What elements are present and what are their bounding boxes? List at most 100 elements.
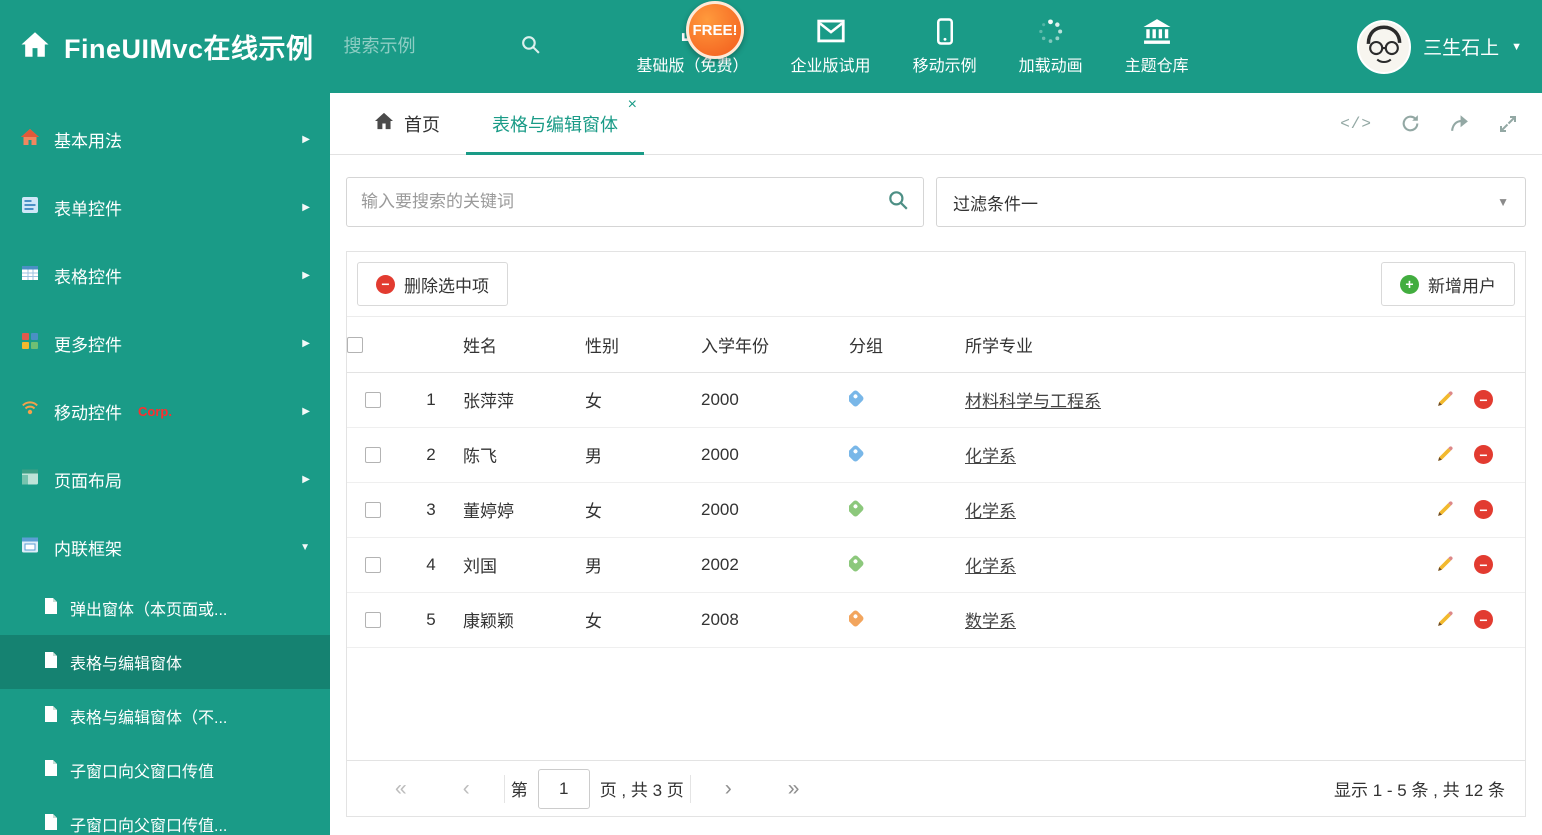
row-checkbox[interactable] xyxy=(365,392,381,409)
sidebar-subitem-grid-edit-window-2[interactable]: 表格与编辑窗体（不... xyxy=(0,689,330,743)
grid-empty-space xyxy=(347,648,1525,761)
filter-dropdown-value: 过滤条件一 xyxy=(953,194,1038,214)
nav-item-enterprise-trial[interactable]: 企业版试用 xyxy=(791,17,871,76)
major-link[interactable]: 材料科学与工程系 xyxy=(965,392,1101,411)
sidebar-subitem-child-to-parent-2[interactable]: 子窗口向父窗口传值... xyxy=(0,797,330,835)
sidebar-item-mobile-controls[interactable]: 移动控件 Corp. ▶ xyxy=(0,377,330,445)
share-forward-icon[interactable] xyxy=(1449,113,1470,134)
sidebar-item-form-controls[interactable]: 表单控件 ▶ xyxy=(0,173,330,241)
sidebar-subitem-grid-edit-window[interactable]: 表格与编辑窗体 xyxy=(0,635,330,689)
brand[interactable]: FineUIMvc在线示例 xyxy=(20,27,314,66)
filter-dropdown[interactable]: 过滤条件一 ▼ xyxy=(936,177,1526,227)
main-content: 首页 表格与编辑窗体 × </> 输入要搜索的关键词 过滤条件一 ▼ − 删除选… xyxy=(330,93,1542,835)
home-icon xyxy=(20,31,50,63)
nav-label: 移动示例 xyxy=(912,58,977,75)
chevron-down-icon: ▼ xyxy=(1497,195,1509,209)
top-header: FineUIMvc在线示例 FREE! 基础版（免费） 企业版试用 移动示例 xyxy=(0,0,1542,93)
delete-row-icon[interactable]: − xyxy=(1474,610,1493,629)
pagination-bar: « ‹ 第 页 , 共 3 页 › » 显示 1 - 5 条 , 共 12 条 xyxy=(347,760,1525,816)
nav-label: 主题仓库 xyxy=(1124,58,1189,75)
bank-icon xyxy=(1142,17,1172,45)
row-checkbox[interactable] xyxy=(365,612,381,629)
filter-row: 过滤条件一 ▼ xyxy=(330,155,1542,227)
row-checkbox[interactable] xyxy=(365,447,381,464)
cell-name: 康颖颖 xyxy=(463,592,585,648)
user-name: 三生石上 xyxy=(1423,38,1500,59)
record-summary: 显示 1 - 5 条 , 共 12 条 xyxy=(1334,781,1505,800)
sidebar-item-label: 表格控件 xyxy=(54,267,122,287)
sidebar-subitem-child-to-parent[interactable]: 子窗口向父窗口传值 xyxy=(0,743,330,797)
sidebar: 基本用法 ▶ 表单控件 ▶ 表格控件 ▶ 更多控件 ▶ 移动控件 Corp. ▶… xyxy=(0,93,330,835)
edit-pencil-icon[interactable] xyxy=(1435,610,1454,629)
nav-item-loading-animation[interactable]: 加载动画 xyxy=(1019,17,1083,76)
major-link[interactable]: 化学系 xyxy=(965,447,1016,466)
sidebar-subitem-label: 子窗口向父窗口传值... xyxy=(70,818,228,835)
user-menu[interactable]: 三生石上 ▼ xyxy=(1357,19,1522,74)
grid-panel: − 删除选中项 + 新增用户 姓名 性别 入学年份 分组 所学专业 1 张萍萍 … xyxy=(346,251,1526,817)
pager-divider xyxy=(689,774,691,803)
major-link[interactable]: 数学系 xyxy=(965,612,1016,631)
major-link[interactable]: 化学系 xyxy=(965,557,1016,576)
delete-row-icon[interactable]: − xyxy=(1474,445,1493,464)
next-page-icon[interactable]: › xyxy=(697,778,760,799)
sidebar-item-basic-usage[interactable]: 基本用法 ▶ xyxy=(0,105,330,173)
row-number: 2 xyxy=(399,427,463,483)
sidebar-subitem-popup-window[interactable]: 弹出窗体（本页面或... xyxy=(0,581,330,635)
tag-icon xyxy=(849,608,865,628)
sidebar-item-grid-controls[interactable]: 表格控件 ▶ xyxy=(0,241,330,309)
cell-name: 陈飞 xyxy=(463,427,585,483)
plus-circle-icon: + xyxy=(1400,274,1419,294)
sidebar-item-more-controls[interactable]: 更多控件 ▶ xyxy=(0,309,330,377)
sidebar-item-iframe[interactable]: 内联框架 ▼ xyxy=(0,513,330,581)
layout-icon xyxy=(20,467,40,492)
column-header-gender: 性别 xyxy=(585,317,701,373)
close-icon[interactable]: × xyxy=(628,97,637,113)
nav-label: 企业版试用 xyxy=(790,58,871,75)
delete-row-icon[interactable]: − xyxy=(1474,390,1493,409)
file-icon xyxy=(44,759,58,782)
sidebar-item-page-layout[interactable]: 页面布局 ▶ xyxy=(0,445,330,513)
cell-year: 2000 xyxy=(701,427,849,483)
keyword-search-input[interactable] xyxy=(361,192,887,212)
edit-pencil-icon[interactable] xyxy=(1435,445,1454,464)
row-checkbox[interactable] xyxy=(365,502,381,519)
row-checkbox[interactable] xyxy=(365,557,381,574)
cell-year: 2002 xyxy=(701,537,849,593)
search-icon[interactable] xyxy=(520,34,541,60)
last-page-icon[interactable]: » xyxy=(760,778,828,799)
expand-icon[interactable] xyxy=(1498,114,1518,134)
nav-label: 加载动画 xyxy=(1018,58,1083,75)
major-link[interactable]: 化学系 xyxy=(965,502,1016,521)
header-search-input[interactable] xyxy=(343,36,494,57)
tab-home[interactable]: 首页 xyxy=(348,93,466,154)
chevron-right-icon: ▶ xyxy=(302,133,310,145)
nav-item-theme-store[interactable]: 主题仓库 xyxy=(1125,17,1189,76)
keyword-search-box xyxy=(346,177,924,227)
prev-page-icon[interactable]: ‹ xyxy=(435,778,498,799)
select-all-checkbox[interactable] xyxy=(347,336,363,353)
edit-pencil-icon[interactable] xyxy=(1435,500,1454,519)
search-icon[interactable] xyxy=(887,189,909,216)
column-header-name: 姓名 xyxy=(463,317,585,373)
table-row: 4 刘国 男 2002 化学系 − xyxy=(347,537,1525,593)
first-page-icon[interactable]: « xyxy=(367,778,435,799)
chevron-right-icon: ▶ xyxy=(302,201,310,213)
cell-gender: 男 xyxy=(585,427,701,483)
edit-pencil-icon[interactable] xyxy=(1435,555,1454,574)
delete-row-icon[interactable]: − xyxy=(1474,500,1493,519)
edit-pencil-icon[interactable] xyxy=(1435,390,1454,409)
nav-item-mobile-demo[interactable]: 移动示例 xyxy=(913,17,977,76)
column-header-major: 所学专业 xyxy=(965,317,1407,373)
source-code-icon[interactable]: </> xyxy=(1340,115,1372,133)
refresh-icon[interactable] xyxy=(1400,113,1421,134)
add-user-button[interactable]: + 新增用户 xyxy=(1381,262,1515,306)
sidebar-item-label: 表单控件 xyxy=(54,199,122,219)
delete-row-icon[interactable]: − xyxy=(1474,555,1493,574)
page-number-input[interactable] xyxy=(537,768,590,809)
tab-grid-edit-window[interactable]: 表格与编辑窗体 × xyxy=(466,93,644,155)
row-number: 4 xyxy=(399,537,463,593)
tab-label: 首页 xyxy=(404,114,440,135)
delete-selected-button[interactable]: − 删除选中项 xyxy=(357,262,508,306)
row-number: 3 xyxy=(399,482,463,538)
tag-icon xyxy=(849,498,865,518)
